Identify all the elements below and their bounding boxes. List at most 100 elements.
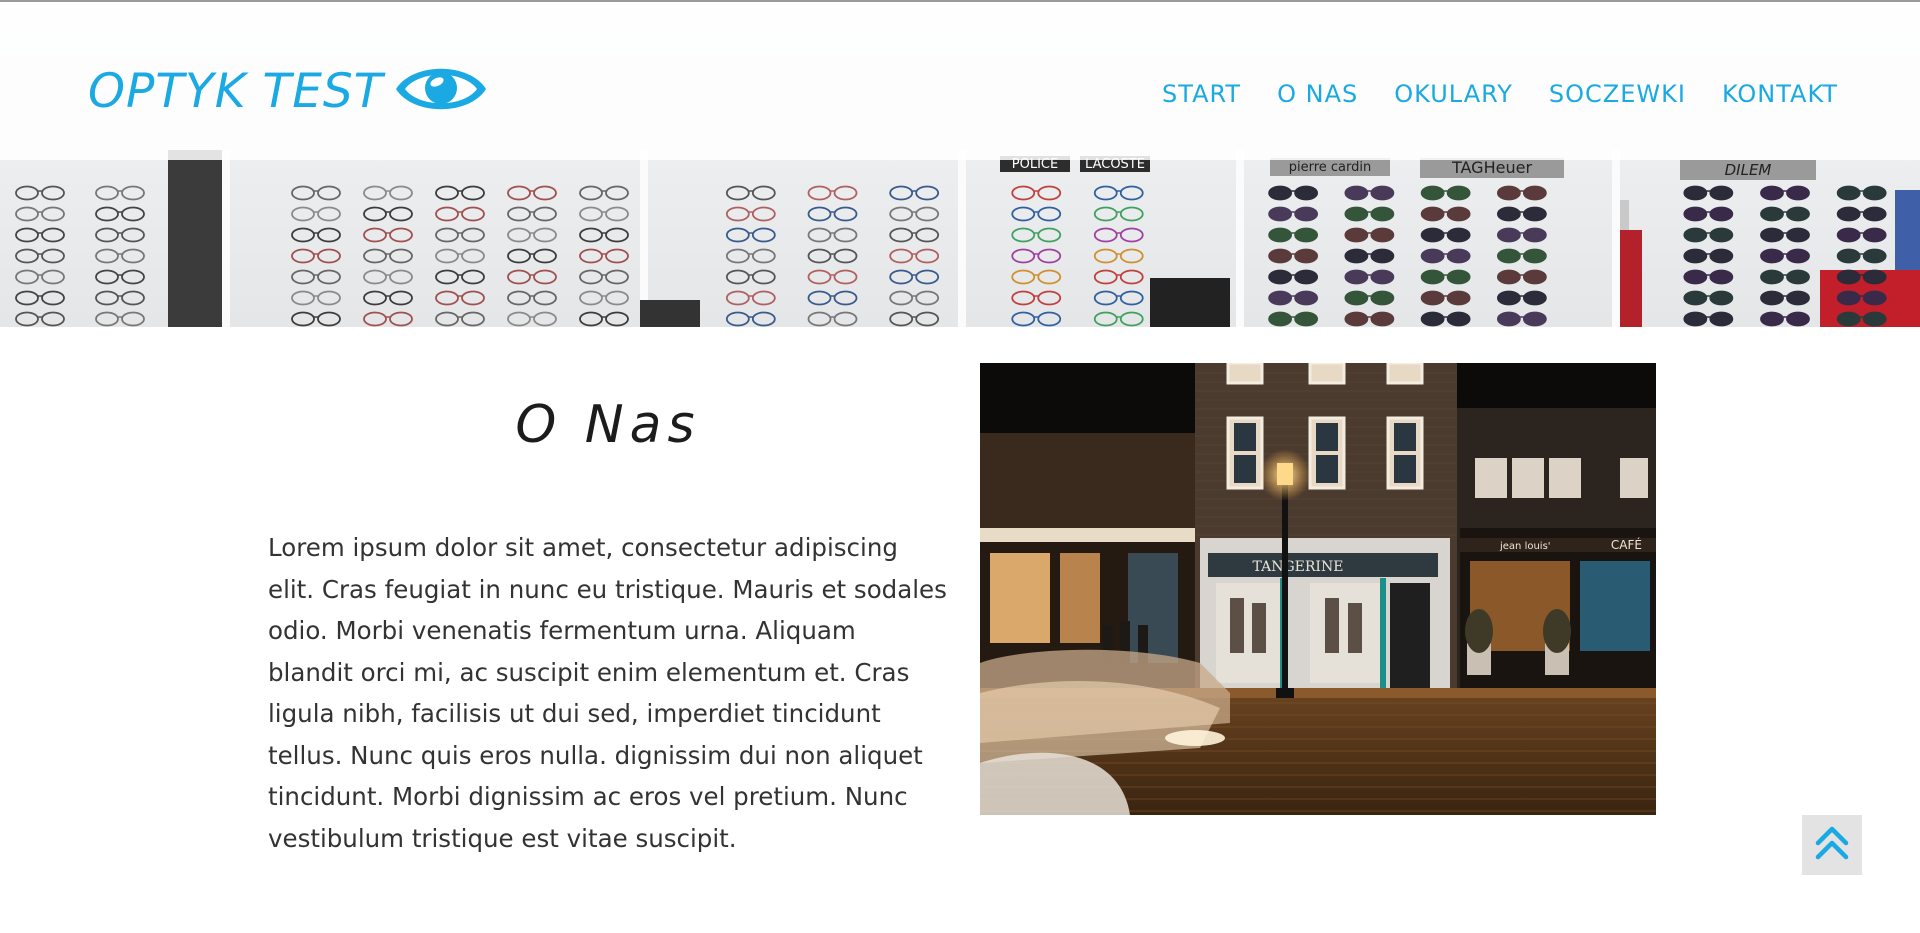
glasses-lens — [1760, 227, 1784, 243]
glasses-lens — [1786, 311, 1810, 327]
glasses-lens — [1294, 311, 1319, 327]
glasses-lens — [1862, 206, 1887, 222]
logo-text: OPTYK TEST — [88, 63, 384, 119]
glasses-lens — [1862, 227, 1887, 243]
nav-okulary[interactable]: OKULARY — [1394, 80, 1513, 108]
glasses-lens — [1522, 248, 1547, 264]
glasses-lens — [1496, 206, 1521, 222]
nav-soczewki[interactable]: SOCZEWKI — [1549, 80, 1686, 108]
logo-link[interactable]: OPTYK TEST — [88, 56, 489, 126]
glasses-lens — [1522, 269, 1547, 285]
glasses-lens — [1420, 248, 1445, 264]
glasses-lens — [1683, 290, 1708, 306]
glasses-lens — [1862, 311, 1887, 327]
glasses-lens — [1446, 311, 1471, 327]
glasses-lens — [1786, 206, 1810, 222]
glasses-lens — [1420, 290, 1445, 306]
glasses-lens — [1786, 248, 1810, 264]
glasses-lens — [1370, 206, 1395, 222]
glasses-lens — [1836, 206, 1861, 222]
nav-o-nas[interactable]: O NAS — [1277, 80, 1358, 108]
glasses-lens — [1862, 248, 1887, 264]
glasses-lens — [1760, 206, 1784, 222]
glasses-lens — [1709, 248, 1734, 264]
main-nav: START O NAS OKULARY SOCZEWKI KONTAKT — [1162, 80, 1838, 108]
nav-kontakt[interactable]: KONTAKT — [1722, 80, 1838, 108]
glasses-lens — [1268, 290, 1293, 306]
glasses-lens — [1709, 227, 1734, 243]
storefront-photo: TANGERINE jean louis' CAFÉ — [980, 363, 1656, 815]
glasses-lens — [1370, 248, 1395, 264]
glasses-lens — [1786, 227, 1810, 243]
glasses-lens — [1446, 269, 1471, 285]
glasses-lens — [1420, 185, 1445, 201]
shelf-sign: pierre cardin — [1289, 160, 1372, 175]
glasses-lens — [1294, 206, 1319, 222]
glasses-lens — [1522, 311, 1547, 327]
glasses-lens — [1496, 290, 1521, 306]
glasses-lens — [1370, 290, 1395, 306]
glasses-lens — [1760, 290, 1784, 306]
glasses-lens — [1760, 248, 1784, 264]
glasses-lens — [1496, 311, 1521, 327]
glasses-lens — [1268, 206, 1293, 222]
glasses-lens — [1446, 248, 1471, 264]
glasses-lens — [1683, 227, 1708, 243]
glasses-lens — [1862, 290, 1887, 306]
double-chevron-up-icon — [1812, 823, 1852, 867]
glasses-lens — [1344, 185, 1369, 201]
glasses-lens — [1786, 290, 1810, 306]
glasses-lens — [1294, 227, 1319, 243]
store-sign: jean louis' — [1499, 541, 1551, 552]
glasses-lens — [1862, 185, 1887, 201]
glasses-lens — [1344, 290, 1369, 306]
glasses-lens — [1294, 269, 1319, 285]
nav-start[interactable]: START — [1162, 80, 1241, 108]
glasses-lens — [1836, 227, 1861, 243]
glasses-lens — [1522, 290, 1547, 306]
glasses-lens — [1446, 227, 1471, 243]
glasses-lens — [1446, 185, 1471, 201]
glasses-lens — [1370, 269, 1395, 285]
glasses-lens — [1683, 269, 1708, 285]
glasses-lens — [1709, 206, 1734, 222]
glasses-lens — [1370, 227, 1395, 243]
glasses-lens — [1496, 227, 1521, 243]
glasses-lens — [1420, 206, 1445, 222]
glasses-lens — [1496, 269, 1521, 285]
glasses-lens — [1268, 227, 1293, 243]
site-header: OPTYK TEST START O NAS OKULARY SOCZEWKI … — [0, 2, 1920, 160]
glasses-lens — [1446, 206, 1471, 222]
glasses-lens — [1760, 185, 1784, 201]
glasses-lens — [1344, 269, 1369, 285]
glasses-lens — [1709, 185, 1734, 201]
glasses-lens — [1709, 269, 1734, 285]
glasses-lens — [1496, 185, 1521, 201]
scroll-to-top-button[interactable] — [1802, 815, 1862, 875]
glasses-lens — [1370, 311, 1395, 327]
glasses-lens — [1294, 290, 1319, 306]
about-paragraph: Lorem ipsum dolor sit amet, consectetur … — [268, 533, 947, 853]
glasses-lens — [1420, 311, 1445, 327]
glasses-lens — [1268, 248, 1293, 264]
glasses-lens — [1760, 311, 1784, 327]
store-sign: CAFÉ — [1611, 537, 1642, 552]
glasses-lens — [1420, 269, 1445, 285]
glasses-lens — [1344, 311, 1369, 327]
glasses-lens — [1370, 185, 1395, 201]
glasses-lens — [1522, 227, 1547, 243]
glasses-lens — [1683, 206, 1708, 222]
glasses-lens — [1294, 248, 1319, 264]
glasses-lens — [1268, 185, 1293, 201]
glasses-lens — [1344, 206, 1369, 222]
glasses-lens — [1836, 290, 1861, 306]
glasses-lens — [1786, 185, 1810, 201]
glasses-lens — [1836, 185, 1861, 201]
glasses-lens — [1709, 311, 1734, 327]
glasses-lens — [1446, 290, 1471, 306]
eye-icon — [393, 58, 489, 124]
glasses-lens — [1420, 227, 1445, 243]
section-title: O Nas — [515, 395, 701, 455]
glasses-lens — [1683, 248, 1708, 264]
glasses-lens — [1522, 185, 1547, 201]
